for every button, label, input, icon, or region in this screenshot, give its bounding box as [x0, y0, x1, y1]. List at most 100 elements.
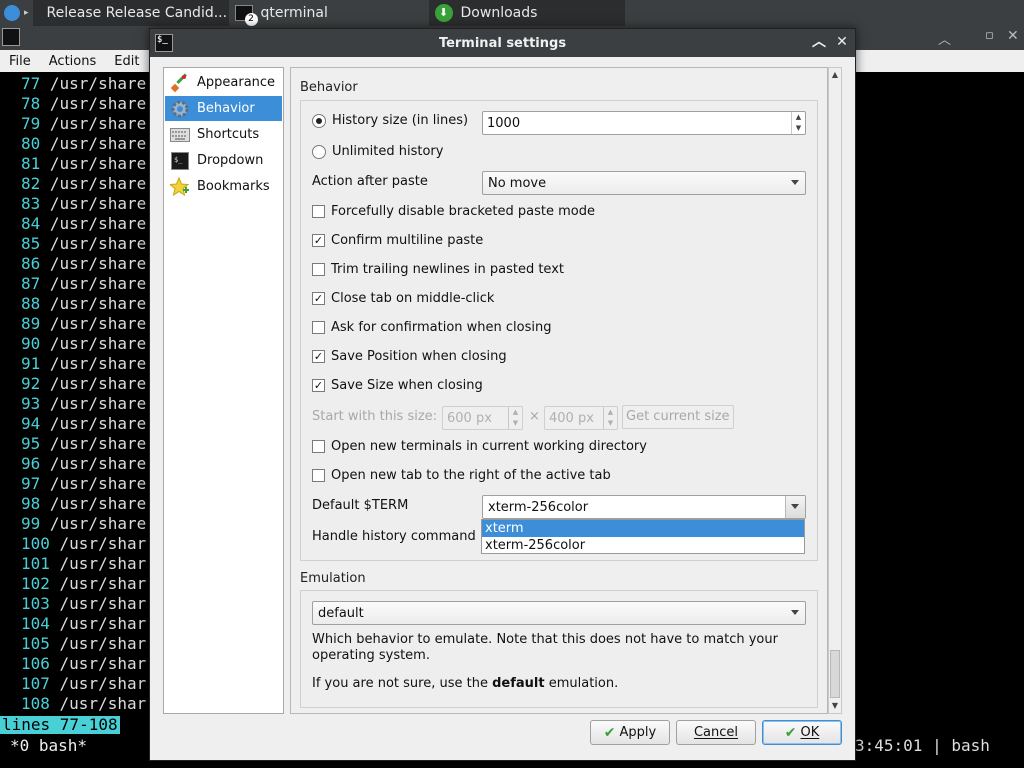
- start-menu-icon[interactable]: [4, 5, 20, 21]
- sidebar-item-behavior[interactable]: Behavior: [165, 96, 282, 121]
- get-current-size-button: Get current size: [622, 405, 734, 429]
- checkbox-save-size[interactable]: ✓: [312, 379, 325, 392]
- checkbox-label: Close tab on middle-click: [331, 291, 495, 306]
- menu-file[interactable]: File: [0, 54, 40, 69]
- line-number: 94: [21, 414, 41, 433]
- sidebar-item-appearance[interactable]: Appearance: [165, 70, 282, 95]
- terminal-line: 86 /usr/share: [21, 254, 146, 274]
- apply-button[interactable]: ✔ Apply: [590, 720, 670, 745]
- checkbox-new-tab-right[interactable]: [312, 469, 325, 482]
- panel-scrollbar[interactable]: ▲ ▼: [828, 67, 842, 714]
- line-text: /usr/shar: [49, 594, 147, 613]
- sidebar-item-dropdown[interactable]: $_ Dropdown: [165, 148, 282, 173]
- task-qterminal[interactable]: 2 qterminal: [229, 0, 425, 26]
- checkbox-close-tab-middle-click[interactable]: ✓: [312, 292, 325, 305]
- terminal-line: 106 /usr/shar: [21, 654, 146, 674]
- terminal-line: 81 /usr/share: [21, 154, 146, 174]
- settings-panel: Behavior History size (in lines) 1000 ▲ ▼…: [290, 67, 828, 714]
- line-text: /usr/shar: [49, 694, 147, 713]
- dialog-title: Terminal settings: [438, 35, 567, 51]
- handle-history-label: Handle history command: [312, 529, 476, 544]
- close-icon[interactable]: ✕: [1007, 28, 1019, 44]
- ok-label: OK: [800, 725, 820, 740]
- terminal-icon: 2: [234, 5, 258, 26]
- checkbox-label: Open new terminals in current working di…: [331, 439, 647, 454]
- scroll-thumb[interactable]: [830, 650, 840, 698]
- hint-bold: default: [492, 676, 545, 691]
- sidebar-item-label: Dropdown: [197, 153, 264, 168]
- star-icon: [169, 176, 191, 197]
- terminal-line: 78 /usr/share: [21, 94, 146, 114]
- terminal-line: 103 /usr/shar: [21, 594, 146, 614]
- line-text: /usr/shar: [49, 574, 147, 593]
- default-term-label: Default $TERM: [312, 498, 409, 513]
- terminal-line: 94 /usr/share: [21, 414, 146, 434]
- spin-arrows-icon[interactable]: ▲ ▼: [791, 112, 805, 134]
- action-after-paste-combo[interactable]: No move: [482, 171, 806, 195]
- line-number: 89: [21, 314, 41, 333]
- line-text: /usr/shar: [49, 614, 147, 633]
- line-text: /usr/share: [40, 334, 147, 353]
- term-option-xterm-256color[interactable]: xterm-256color: [482, 537, 804, 554]
- start-width-value: 600 px: [447, 411, 492, 426]
- line-number: 87: [21, 274, 41, 293]
- terminal-line: 101 /usr/shar: [21, 554, 146, 574]
- maximize-icon[interactable]: ▫: [985, 28, 994, 43]
- checkbox-disable-bracketed-paste[interactable]: [312, 205, 325, 218]
- terminal-line: 100 /usr/shar: [21, 534, 146, 554]
- sidebar-item-shortcuts[interactable]: Shortcuts: [165, 122, 282, 147]
- line-text: /usr/share: [40, 234, 147, 253]
- sidebar-item-label: Behavior: [197, 101, 255, 116]
- line-number: 84: [21, 214, 41, 233]
- chevron-up-icon[interactable]: ︿: [810, 33, 828, 51]
- action-after-paste-label: Action after paste: [312, 174, 428, 189]
- checkbox-trim-trailing-newlines[interactable]: [312, 263, 325, 276]
- sidebar-item-bookmarks[interactable]: Bookmarks: [165, 174, 282, 199]
- emulation-combo[interactable]: default: [312, 601, 806, 625]
- unlimited-history-radio[interactable]: [312, 145, 326, 159]
- terminal-line: 80 /usr/share: [21, 134, 146, 154]
- line-number: 99: [21, 514, 41, 533]
- menu-edit[interactable]: Edit: [105, 54, 148, 69]
- terminal-line: 107 /usr/shar: [21, 674, 146, 694]
- line-text: /usr/share: [40, 314, 147, 333]
- start-height-spinbox: 400 px ▲ ▼: [544, 406, 618, 430]
- behavior-section-title: Behavior: [300, 80, 358, 95]
- history-size-radio[interactable]: [312, 114, 326, 128]
- task-firefox[interactable]: Release Release Candid...: [32, 0, 229, 26]
- checkbox-label: Open new tab to the right of the active …: [331, 468, 611, 483]
- spin-arrows-icon: ▲ ▼: [603, 407, 617, 429]
- line-text: /usr/share: [40, 114, 147, 133]
- line-number: 93: [21, 394, 41, 413]
- checkbox-confirm-multiline-paste[interactable]: ✓: [312, 234, 325, 247]
- terminal-line: 104 /usr/shar: [21, 614, 146, 634]
- history-size-value: 1000: [487, 116, 521, 131]
- cancel-button[interactable]: Cancel: [676, 720, 756, 745]
- menu-arrow-icon[interactable]: ▸: [24, 8, 29, 18]
- line-text: /usr/share: [40, 374, 147, 393]
- line-text: /usr/share: [40, 434, 147, 453]
- scroll-down-icon[interactable]: ▼: [829, 699, 841, 713]
- checkbox-ask-confirmation-closing[interactable]: [312, 321, 325, 334]
- close-icon[interactable]: ✕: [833, 33, 851, 51]
- history-size-label: History size (in lines): [332, 113, 469, 128]
- less-status-line: lines 77-108: [0, 715, 120, 734]
- line-text: /usr/share: [40, 414, 147, 433]
- scroll-up-icon[interactable]: ▲: [829, 68, 841, 82]
- sidebar-item-label: Appearance: [197, 75, 276, 90]
- minimize-icon[interactable]: ︿: [938, 29, 951, 48]
- checkbox-open-in-cwd[interactable]: [312, 440, 325, 453]
- default-term-combo[interactable]: xterm-256color: [482, 495, 806, 519]
- line-text: /usr/share: [40, 514, 147, 533]
- ok-button[interactable]: ✔ OK: [762, 720, 842, 745]
- menu-actions[interactable]: Actions: [40, 54, 106, 69]
- line-text: /usr/share: [40, 134, 147, 153]
- terminal-line: 82 /usr/share: [21, 174, 146, 194]
- checkbox-save-position[interactable]: ✓: [312, 350, 325, 363]
- term-option-xterm[interactable]: xterm: [482, 520, 804, 537]
- line-number: 92: [21, 374, 41, 393]
- line-number: 102: [21, 574, 50, 593]
- task-downloads[interactable]: ⬇ Downloads: [428, 0, 625, 26]
- history-size-spinbox[interactable]: 1000 ▲ ▼: [482, 111, 806, 135]
- check-icon: ✔: [603, 724, 616, 741]
